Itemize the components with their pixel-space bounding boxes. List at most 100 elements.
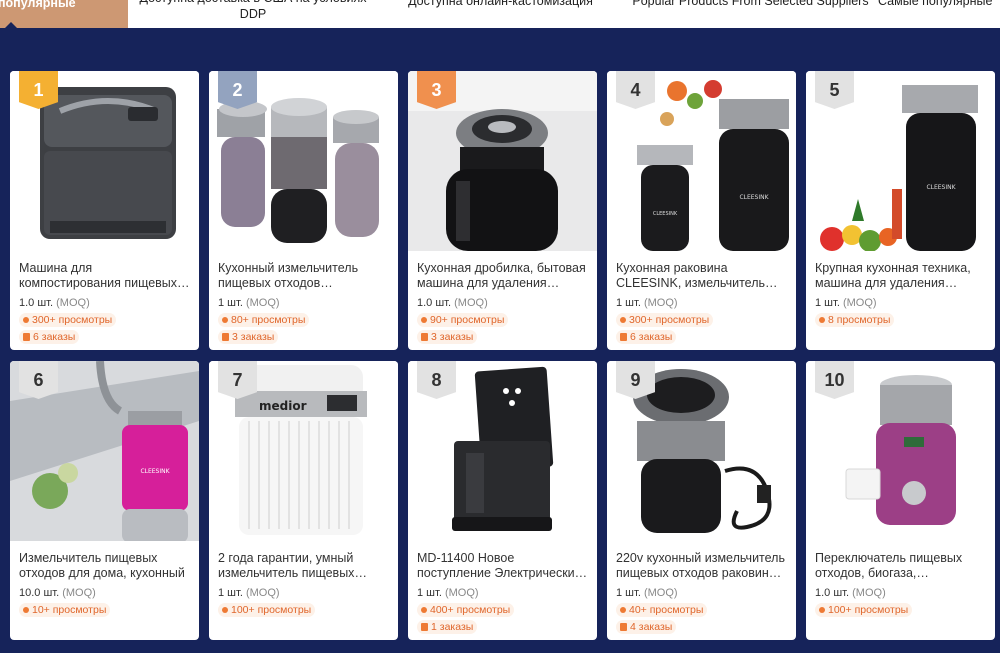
product-moq: 1.0 шт. (MOQ): [417, 296, 588, 310]
product-image[interactable]: 9: [607, 361, 796, 541]
product-title[interactable]: 220v кухонный измельчитель пищевых отход…: [616, 551, 787, 581]
rank-badge: 7: [218, 361, 257, 399]
product-card[interactable]: 3 Кухонная дробилка, бытовая машина для …: [408, 71, 597, 350]
eye-icon: [222, 317, 228, 323]
product-title[interactable]: Машина для компостирования пищевых отход…: [19, 261, 190, 291]
moq-quantity: 1 шт.: [218, 297, 243, 309]
product-card[interactable]: 8 MD-11400 Новое поступление Электрическ…: [408, 361, 597, 640]
moq-quantity: 1.0 шт.: [19, 297, 54, 309]
product-moq: 1.0 шт. (MOQ): [815, 586, 986, 600]
orders-badge: 1 заказы: [417, 620, 478, 634]
product-title[interactable]: Крупная кухонная техника, машина для уда…: [815, 261, 986, 291]
product-title[interactable]: Кухонная раковина CLEESINK, измельчитель…: [616, 261, 787, 291]
orders-badge: 3 заказы: [417, 330, 478, 344]
tab-label: Popular Products From Selected Suppliers: [632, 0, 869, 8]
product-moq: 1 шт. (MOQ): [616, 296, 787, 310]
product-moq: 1 шт. (MOQ): [616, 586, 787, 600]
product-image[interactable]: 1: [10, 71, 199, 251]
eye-icon: [23, 607, 29, 613]
product-card[interactable]: medior 7 2 года гарантии, умный измельчи…: [209, 361, 398, 640]
rank-badge: 5: [815, 71, 854, 109]
moq-quantity: 1 шт.: [616, 297, 641, 309]
moq-unit: (MOQ): [444, 587, 479, 599]
product-image[interactable]: CLEESINK CLEESINK 4: [607, 71, 796, 251]
product-image[interactable]: medior 7: [209, 361, 398, 541]
product-title[interactable]: Переключатель пищевых отходов, биогаза, …: [815, 551, 986, 581]
moq-unit: (MOQ): [62, 587, 96, 599]
views-count: 300+ просмотры: [32, 314, 113, 326]
orders-count: 1 заказы: [431, 621, 474, 633]
rank-badge: 3: [417, 71, 456, 109]
tab-label: Доступна доставка в США на условиях DDP: [140, 0, 367, 21]
views-count: 100+ просмотры: [231, 604, 312, 616]
shopping-bag-icon: [620, 623, 627, 631]
tab-selected-suppliers[interactable]: Popular Products From Selected Suppliers: [623, 0, 878, 28]
product-title[interactable]: 2 года гарантии, умный измельчитель пище…: [218, 551, 389, 581]
views-count: 90+ просмотры: [430, 314, 505, 326]
tab-popular[interactable]: популярные: [0, 0, 128, 28]
moq-quantity: 1.0 шт.: [417, 297, 452, 309]
views-badge: 300+ просмотры: [19, 313, 117, 327]
views-badge: 100+ просмотры: [218, 603, 316, 617]
active-tab-caret: [4, 22, 18, 28]
product-image[interactable]: CLEESINK 6: [10, 361, 199, 541]
moq-unit: (MOQ): [643, 587, 678, 599]
views-badge: 8 просмотры: [815, 313, 895, 327]
moq-quantity: 1 шт.: [417, 587, 442, 599]
moq-unit: (MOQ): [454, 297, 488, 309]
product-card[interactable]: 1 Машина для компостирования пищевых отх…: [10, 71, 199, 350]
product-card[interactable]: CLEESINK CLEESINK 4 Кухонная раковина CL…: [607, 71, 796, 350]
views-badge: 40+ просмотры: [616, 603, 708, 617]
orders-count: 4 заказы: [630, 621, 673, 633]
shopping-bag-icon: [222, 333, 229, 341]
rank-badge: 2: [218, 71, 257, 109]
eye-icon: [222, 607, 228, 613]
product-image[interactable]: 10: [806, 361, 995, 541]
brand-mark: CLEESINK: [926, 184, 956, 191]
tab-us-ddp-shipping[interactable]: Доступна доставка в США на условиях DDP: [128, 0, 378, 28]
tab-label: популярные: [0, 0, 76, 10]
views-count: 40+ просмотры: [629, 604, 704, 616]
product-title[interactable]: MD-11400 Новое поступление Электрический…: [417, 551, 588, 581]
tab-label: Доступна онлайн-кастомизация: [408, 0, 593, 8]
shopping-bag-icon: [421, 623, 428, 631]
product-card[interactable]: CLEESINK 6 Измельчитель пищевых отходов …: [10, 361, 199, 640]
eye-icon: [421, 317, 427, 323]
product-image[interactable]: 2: [209, 71, 398, 251]
product-card[interactable]: CLEESINK 5 Крупная кухонная техника, маш…: [806, 71, 995, 350]
views-badge: 300+ просмотры: [616, 313, 714, 327]
moq-unit: (MOQ): [56, 297, 90, 309]
rank-badge: 8: [417, 361, 456, 399]
product-card[interactable]: 10 Переключатель пищевых отходов, биогаз…: [806, 361, 995, 640]
rank-badge: 1: [19, 71, 58, 109]
product-moq: 1.0 шт. (MOQ): [19, 296, 190, 310]
product-image[interactable]: CLEESINK 5: [806, 71, 995, 251]
orders-count: 6 заказы: [630, 331, 673, 343]
orders-count: 3 заказы: [232, 331, 275, 343]
product-moq: 1 шт. (MOQ): [218, 586, 389, 600]
rank-badge: 9: [616, 361, 655, 399]
product-title[interactable]: Кухонный измельчитель пищевых отходов CL…: [218, 261, 389, 291]
eye-icon: [819, 607, 825, 613]
views-count: 300+ просмотры: [629, 314, 710, 326]
orders-badge: 6 заказы: [19, 330, 80, 344]
product-card[interactable]: 2 Кухонный измельчитель пищевых отходов …: [209, 71, 398, 350]
product-card[interactable]: 9 220v кухонный измельчитель пищевых отх…: [607, 361, 796, 640]
category-tab-bar: популярные Доступна доставка в США на ус…: [0, 0, 1000, 28]
moq-unit: (MOQ): [245, 297, 280, 309]
product-title[interactable]: Измельчитель пищевых отходов для дома, к…: [19, 551, 190, 581]
product-moq: 1 шт. (MOQ): [417, 586, 588, 600]
moq-quantity: 1 шт.: [218, 587, 243, 599]
product-title[interactable]: Кухонная дробилка, бытовая машина для уд…: [417, 261, 588, 291]
tab-online-customization[interactable]: Доступна онлайн-кастомизация: [378, 0, 623, 28]
product-image[interactable]: 3: [408, 71, 597, 251]
eye-icon: [421, 607, 427, 613]
product-moq: 10.0 шт. (MOQ): [19, 586, 190, 600]
views-badge: 400+ просмотры: [417, 603, 515, 617]
product-image[interactable]: 8: [408, 361, 597, 541]
eye-icon: [23, 317, 29, 323]
product-ranking-grid: 1 Машина для компостирования пищевых отх…: [10, 71, 995, 640]
product-moq: 1 шт. (MOQ): [815, 296, 986, 310]
moq-unit: (MOQ): [842, 297, 877, 309]
tab-most-popular[interactable]: Самые популярные: [878, 0, 1000, 28]
